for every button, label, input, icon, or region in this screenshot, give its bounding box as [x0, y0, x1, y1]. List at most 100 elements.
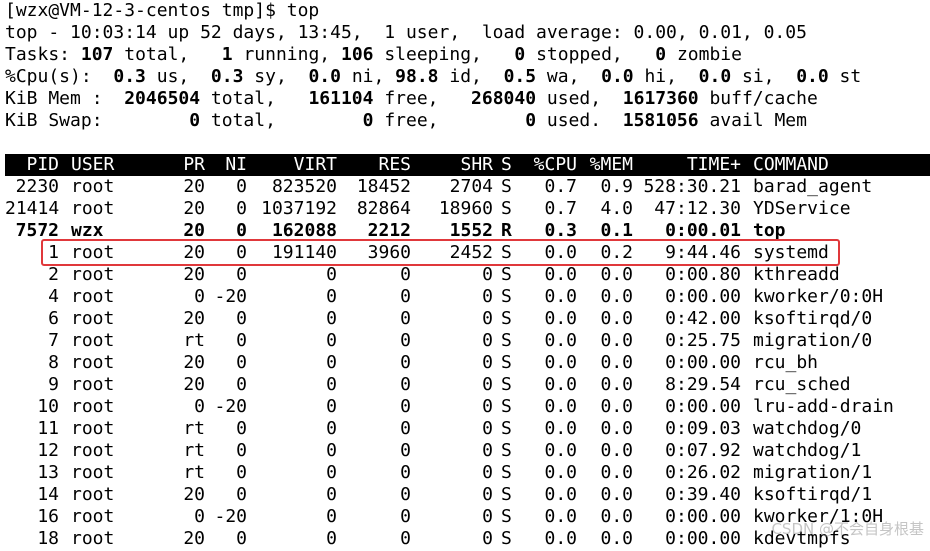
process-ni-cell: 0	[236, 220, 247, 241]
process-user-cell: root	[71, 418, 115, 439]
process-user-cell: root	[71, 352, 115, 373]
swap-free-label: free,	[373, 110, 526, 131]
process-res-cell: 0	[400, 286, 411, 307]
process-virt-cell: 0	[326, 374, 337, 395]
process-cmd-cell: barad_agent	[753, 176, 873, 197]
process-row: 1 root 20 0 191140 3960 2452 S 0.0 0.2 9:44.46 syst…	[5, 242, 930, 264]
process-virt-cell: 0	[326, 418, 337, 439]
process-mem-cell: 0.0	[600, 506, 633, 527]
process-user-cell: root	[71, 198, 115, 219]
process-pr-cell: 0	[194, 396, 205, 417]
process-res-cell: 0	[400, 264, 411, 285]
process-time-cell: 0:00.00	[665, 528, 741, 549]
process-cmd-cell: lru-add-drain	[753, 396, 894, 417]
process-row: 8 root 20 0 0 0 0 S 0.0 0.0 0:00.00 rcu_bh	[5, 352, 930, 374]
tasks-sleeping: 106	[340, 44, 374, 65]
process-cpu-cell: 0.0	[544, 308, 577, 329]
process-pr-cell: rt	[183, 330, 205, 351]
process-virt-cell: 0	[326, 330, 337, 351]
cpu-wa: 0.5	[503, 66, 537, 87]
process-shr-cell: 0	[482, 440, 493, 461]
process-user-cell: wzx	[71, 220, 104, 241]
column-res: RES	[378, 154, 411, 175]
process-cpu-cell: 0.7	[544, 176, 577, 197]
process-list: 2230 root 20 0 823520 18452 2704 S 0.7 0.9 528:30.…	[5, 176, 930, 550]
mem-free-label: free,	[373, 88, 472, 109]
process-cmd-cell: ksoftirqd/0	[753, 308, 873, 329]
process-cpu-cell: 0.0	[544, 418, 577, 439]
process-s-cell: R	[501, 220, 512, 241]
process-cmd-cell: YDService	[753, 198, 851, 219]
process-time-cell: 9:44.46	[665, 242, 741, 263]
process-virt-cell: 0	[326, 528, 337, 549]
process-res-cell: 0	[400, 396, 411, 417]
process-ni-cell: 0	[236, 374, 247, 395]
process-ni-cell: 0	[236, 462, 247, 483]
process-pr-cell: 20	[183, 528, 205, 549]
swap-used-label: used.	[536, 110, 623, 131]
process-ni-cell: 0	[236, 264, 247, 285]
process-s-cell: S	[501, 484, 512, 505]
process-virt-cell: 0	[326, 484, 337, 505]
column-pr: PR	[183, 154, 205, 175]
process-s-cell: S	[501, 308, 512, 329]
process-mem-cell: 0.0	[600, 286, 633, 307]
cpu-id: 98.8	[395, 66, 439, 87]
process-row: 13 root rt 0 0 0 0 S 0.0 0.0 0:26.02 migration/1	[5, 462, 930, 484]
process-shr-cell: 0	[482, 374, 493, 395]
process-time-cell: 0:00.00	[665, 352, 741, 373]
process-ni-cell: 0	[236, 484, 247, 505]
process-user-cell: root	[71, 440, 115, 461]
process-shr-cell: 0	[482, 330, 493, 351]
process-res-cell: 0	[400, 352, 411, 373]
process-cmd-cell: rcu_bh	[753, 352, 819, 373]
process-pid-cell: 2230	[15, 176, 59, 197]
process-row: 21414 root 20 0 1037192 82864 18960 S 0.7 4.0 47:1…	[5, 198, 930, 220]
process-pr-cell: 20	[183, 308, 205, 329]
process-res-cell: 0	[400, 528, 411, 549]
process-user-cell: root	[71, 286, 115, 307]
mem-total: 2046504	[124, 88, 201, 109]
process-res-cell: 3960	[367, 242, 411, 263]
process-mem-cell: 0.1	[600, 220, 633, 241]
process-user-cell: root	[71, 330, 115, 351]
process-cpu-cell: 0.0	[544, 462, 577, 483]
cpu-hi-label: hi,	[633, 66, 699, 87]
process-virt-cell: 823520	[271, 176, 337, 197]
process-row: 6 root 20 0 0 0 0 S 0.0 0.0 0:42.00 ksoftirqd/0	[5, 308, 930, 330]
process-cmd-cell: rcu_sched	[753, 374, 851, 395]
process-cpu-cell: 0.0	[544, 396, 577, 417]
process-pr-cell: 20	[183, 374, 205, 395]
process-row: 7572 wzx 20 0 162088 2212 1552 R 0.3 0.1 0:00.01 to…	[5, 220, 930, 242]
process-time-cell: 0:00.00	[665, 286, 741, 307]
process-cpu-cell: 0.0	[544, 330, 577, 351]
process-virt-cell: 0	[326, 264, 337, 285]
watermark: CSDN @不会自身根基	[771, 520, 924, 538]
process-pr-cell: 20	[183, 352, 205, 373]
swap-avail-mem: 1581056	[622, 110, 699, 131]
cpu-sy: 0.3	[210, 66, 244, 87]
process-res-cell: 0	[400, 440, 411, 461]
process-res-cell: 0	[400, 462, 411, 483]
process-ni-cell: 0	[236, 352, 247, 373]
process-pr-cell: 20	[183, 198, 205, 219]
process-s-cell: S	[501, 374, 512, 395]
process-mem-cell: 0.0	[600, 264, 633, 285]
mem-total-label: total,	[200, 88, 309, 109]
process-time-cell: 0:00.80	[665, 264, 741, 285]
process-row: 2 root 20 0 0 0 0 S 0.0 0.0 0:00.80 kthreadd	[5, 264, 930, 286]
process-mem-cell: 0.0	[600, 308, 633, 329]
process-row: 4 root 0 -20 0 0 0 S 0.0 0.0 0:00.00 kworker/0:0H	[5, 286, 930, 308]
tasks-stopped-label: stopped,	[525, 44, 656, 65]
process-pr-cell: rt	[183, 462, 205, 483]
process-pr-cell: 0	[194, 506, 205, 527]
terminal-window[interactable]: [wzx@VM-12-3-centos tmp]$ top top - 10:0…	[5, 0, 930, 550]
process-pid-cell: 18	[37, 528, 59, 549]
process-time-cell: 0:00.00	[665, 396, 741, 417]
swap-total: 0	[189, 110, 201, 131]
cpu-us-label: us,	[145, 66, 211, 87]
cpu-ni: 0.0	[308, 66, 341, 87]
process-row: 9 root 20 0 0 0 0 S 0.0 0.0 8:29.54 rcu_sched	[5, 374, 930, 396]
process-time-cell: 0:39.40	[665, 484, 741, 505]
swap-free: 0	[362, 110, 374, 131]
